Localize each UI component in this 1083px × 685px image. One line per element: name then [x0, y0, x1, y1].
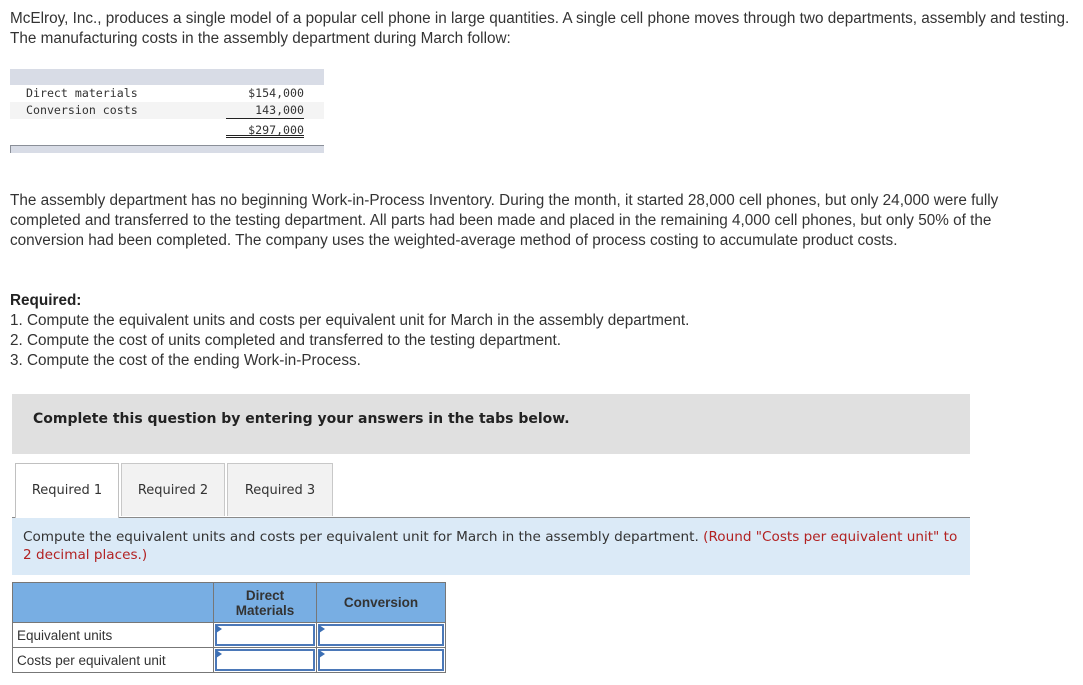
tab-required-2[interactable]: Required 2 — [121, 463, 225, 516]
answer-table: Direct Materials Conversion Equivalent u… — [12, 582, 446, 673]
required-item-2: 2. Compute the cost of units completed a… — [10, 332, 562, 349]
cost-per-equivalent-unit-conversion-input[interactable] — [318, 649, 444, 671]
cost-table: Direct materials $154,000 Conversion cos… — [10, 69, 324, 153]
header-direct-materials-label: Direct Materials — [235, 587, 295, 618]
row-label: Costs per equivalent unit — [12, 647, 214, 673]
tab-required-3[interactable]: Required 3 — [227, 463, 333, 516]
cost-table-header — [10, 69, 324, 85]
instruction-text: Compute the equivalent units and costs p… — [23, 529, 699, 545]
banner-text: Complete this question by entering your … — [33, 411, 570, 427]
scenario-paragraph: The assembly department has no beginning… — [10, 192, 999, 249]
header-blank — [12, 582, 214, 623]
cost-row-conversion-costs: Conversion costs 143,000 — [10, 102, 324, 119]
cost-row-value: 143,000 — [226, 102, 304, 119]
intro-paragraph: McElroy, Inc., produces a single model o… — [10, 10, 1070, 47]
instructions-banner: Complete this question by entering your … — [12, 394, 970, 454]
required-title: Required: — [10, 292, 82, 309]
cell-equivalent-units-conversion — [316, 622, 446, 648]
cost-row-value: $154,000 — [248, 86, 304, 100]
cost-total-value: $297,000 — [226, 119, 304, 138]
table-row-equivalent-units: Equivalent units — [12, 622, 446, 648]
cost-table-footer — [10, 145, 324, 153]
instruction-panel: Compute the equivalent units and costs p… — [12, 518, 970, 575]
row-label: Equivalent units — [12, 622, 214, 648]
required-item-3: 3. Compute the cost of the ending Work-i… — [10, 352, 361, 369]
cost-row-label: Direct materials — [26, 86, 138, 100]
tab-required-1[interactable]: Required 1 — [15, 463, 119, 518]
cell-cost-per-eu-dm — [213, 647, 317, 673]
cost-row-direct-materials: Direct materials $154,000 — [10, 85, 324, 102]
cost-per-equivalent-unit-direct-materials-input[interactable] — [215, 649, 315, 671]
required-item-1: 1. Compute the equivalent units and cost… — [10, 312, 690, 329]
equivalent-units-conversion-input[interactable] — [318, 624, 444, 646]
answer-table-header-row: Direct Materials Conversion — [12, 582, 446, 623]
table-row-costs-per-equivalent-unit: Costs per equivalent unit — [12, 647, 446, 673]
required-section: Required: 1. Compute the equivalent unit… — [10, 291, 1060, 371]
header-direct-materials: Direct Materials — [213, 582, 317, 623]
cost-row-label: Conversion costs — [26, 103, 138, 117]
cost-row-total: $297,000 — [10, 119, 324, 141]
cell-cost-per-eu-conversion — [316, 647, 446, 673]
cell-equivalent-units-dm — [213, 622, 317, 648]
equivalent-units-direct-materials-input[interactable] — [215, 624, 315, 646]
header-conversion: Conversion — [316, 582, 446, 623]
cost-total-label — [10, 119, 226, 141]
tab-bar: Required 1 Required 2 Required 3 — [12, 463, 970, 518]
